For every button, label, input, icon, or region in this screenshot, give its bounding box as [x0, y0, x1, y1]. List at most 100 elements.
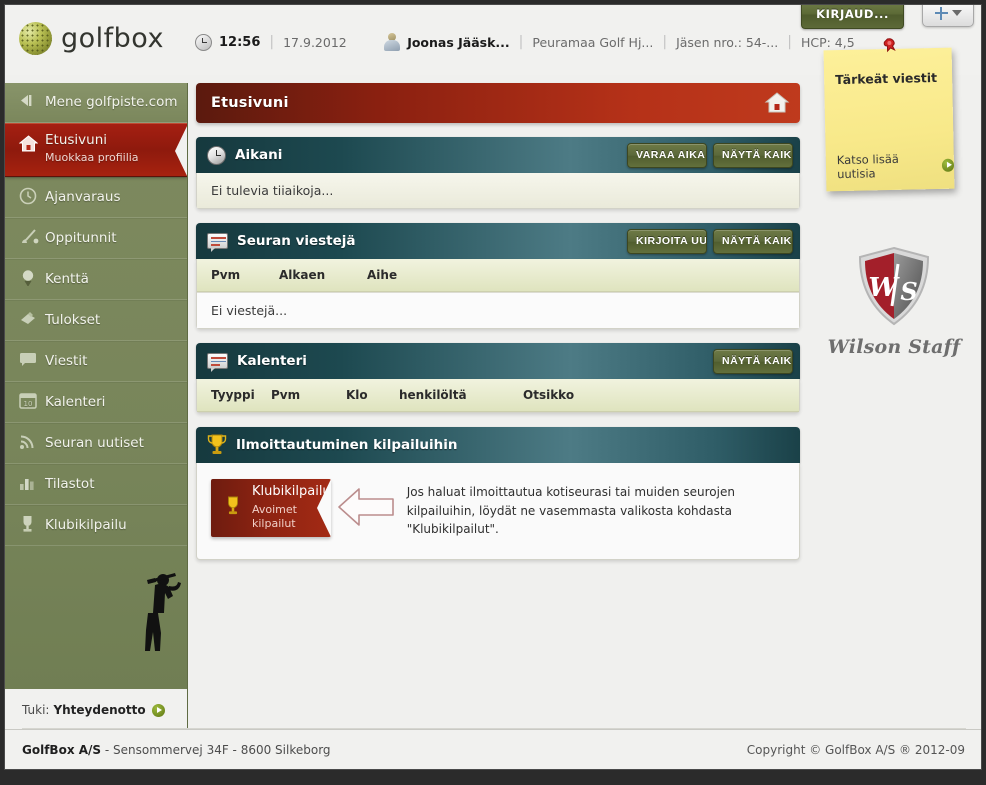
write-new-button[interactable]: KIRJOITA UU: [627, 228, 707, 254]
scorecard-icon: [19, 310, 45, 331]
sponsor-name: Wilson Staff: [827, 336, 961, 358]
bar-chart-icon: [19, 475, 45, 495]
clock-icon: [195, 33, 212, 51]
column-header: Otsikko: [523, 388, 575, 402]
current-date: 17.9.2012: [283, 34, 347, 50]
panel-body: Pvm Alkaen Aihe Ei viestejä...: [196, 259, 800, 329]
sidebar-item-label: Seuran uutiset: [45, 435, 144, 452]
header-status: 12:56 | 17.9.2012 Joonas Jääsk... | Peur…: [195, 33, 855, 51]
note-more-link[interactable]: Katso lisää uutisia: [837, 151, 955, 181]
brand-name: golfbox: [61, 23, 164, 54]
sponsor-block[interactable]: W S Wilson Staff: [824, 244, 964, 358]
footer-bar: GolfBox A/S - Sensommervej 34F - 8600 Si…: [5, 729, 981, 769]
competition-body: Klubikilpailu Avoimet kilpailut Jos halu…: [196, 463, 800, 560]
sidebar-item-kentta[interactable]: Kenttä: [5, 259, 187, 300]
sidebar-item-seuran-uutiset[interactable]: Seuran uutiset: [5, 423, 187, 464]
sidebar-item-go-golfpiste[interactable]: Mene golfpiste.com: [5, 83, 187, 123]
sidebar-item-label: Etusivuni: [45, 132, 108, 148]
clock-icon: [207, 145, 226, 165]
note-title: Tärkeät viestit: [834, 69, 938, 88]
sidebar-item-label: Tilastot: [45, 476, 95, 493]
home-icon[interactable]: [764, 91, 790, 115]
app-window: golfbox 12:56 | 17.9.2012 Joonas Jääsk..…: [0, 0, 986, 785]
sidebar-item-tulokset[interactable]: Tulokset: [5, 300, 187, 341]
page-title: Etusivuni: [211, 95, 289, 111]
table-header: Tyyppi Pvm Klo henkilöltä Otsikko: [197, 379, 799, 412]
sidebar-nav: Mene golfpiste.com Etusivuni Muokkaa pro…: [5, 83, 188, 731]
column-header: Alkaen: [279, 268, 326, 282]
trophy-icon: [19, 515, 45, 537]
sidebar-item-label: Oppitunnit: [45, 230, 117, 247]
panel-body: Ei tulevia tiiaikoja...: [196, 173, 800, 209]
show-all-button[interactable]: NÄYTÄ KAIK: [713, 142, 793, 168]
column-header: Aihe: [367, 268, 398, 282]
divider: [363, 34, 367, 50]
support-link[interactable]: Yhteydenotto: [53, 703, 145, 717]
golfer-silhouette-icon: [145, 573, 181, 651]
pushpin-icon: [883, 38, 896, 53]
arrow-left-icon: [337, 488, 394, 526]
panel-kalenteri: Kalenteri NÄYTÄ KAIK Tyyppi Pvm Klo henk…: [196, 343, 800, 413]
club-competition-card[interactable]: Klubikilpailu Avoimet kilpailut: [211, 479, 331, 537]
panel-title: Ilmoittautuminen kilpailuihin: [236, 437, 458, 453]
login-button[interactable]: KIRJAUD...: [801, 5, 904, 29]
sidebar-item-label: Klubikilpailu: [45, 517, 127, 534]
book-time-button[interactable]: VARAA AIKA: [627, 142, 707, 168]
footer-company-info: GolfBox A/S - Sensommervej 34F - 8600 Si…: [22, 743, 331, 757]
sidebar-item-tilastot[interactable]: Tilastot: [5, 464, 187, 505]
panel-header: Ilmoittautuminen kilpailuihin: [196, 427, 800, 463]
back-arrow-icon: [19, 94, 45, 111]
trophy-icon: [207, 434, 227, 456]
calendar-icon: 10: [19, 392, 45, 413]
golf-ball-tee-icon: [19, 269, 45, 291]
empty-message: Ei tulevia tiiaikoja...: [197, 173, 799, 208]
chevron-down-icon: [951, 10, 962, 16]
divider: |: [518, 34, 524, 50]
right-sidebar: Tärkeät viestit Katso lisää uutisia W S …: [808, 38, 981, 358]
competition-hint: Jos haluat ilmoittautua kotiseurasi tai …: [406, 485, 735, 537]
wilson-staff-shield-icon: W S: [858, 246, 930, 326]
go-arrow-icon[interactable]: [151, 703, 165, 717]
brand-logo[interactable]: golfbox: [19, 22, 164, 55]
column-header: Tyyppi: [211, 388, 255, 402]
message-icon: [207, 233, 228, 252]
show-all-button[interactable]: NÄYTÄ KAIK: [713, 228, 793, 254]
user-name[interactable]: Joonas Jääsk...: [407, 35, 509, 50]
handicap: HCP: 4,5: [800, 34, 855, 50]
sidebar-item-klubikilpailu[interactable]: Klubikilpailu: [5, 505, 187, 546]
plus-icon: [934, 6, 948, 20]
footer-address: - Sensommervej 34F - 8600 Silkeborg: [104, 742, 331, 757]
sidebar-item-oppitunnit[interactable]: Oppitunnit: [5, 218, 187, 259]
sidebar-item-label: Viestit: [45, 353, 88, 370]
divider: |: [269, 34, 275, 50]
card-notch: [316, 479, 331, 537]
clock-icon: [19, 187, 45, 209]
sticky-note: Tärkeät viestit Katso lisää uutisia: [823, 38, 955, 192]
divider: |: [787, 34, 792, 50]
column-header: henkilöltä: [399, 388, 467, 402]
panel-aikani: Aikani VARAA AIKA NÄYTÄ KAIK Ei tulevia …: [196, 137, 800, 209]
go-arrow-icon: [941, 158, 955, 172]
panel-title: Kalenteri: [237, 353, 307, 369]
svg-text:10: 10: [24, 400, 33, 408]
home-icon: [18, 135, 45, 156]
panel-header: Seuran viestejä KIRJOITA UU NÄYTÄ KAIK: [196, 223, 800, 259]
main-content: Etusivuni Aikani VARAA AIKA NÄYTÄ KAIK E…: [196, 83, 800, 574]
sidebar-item-label: Ajanvaraus: [45, 189, 121, 206]
panel-title: Aikani: [235, 147, 283, 163]
rss-icon: [19, 433, 45, 454]
sidebar-item-viestit[interactable]: Viestit: [5, 341, 187, 382]
support-row: Tuki: Yhteydenotto: [5, 689, 187, 731]
column-header: Pvm: [211, 268, 241, 282]
sidebar-item-label: Tulokset: [45, 312, 101, 329]
sidebar-item-ajanvaraus[interactable]: Ajanvaraus: [5, 177, 187, 218]
svg-text:S: S: [900, 277, 917, 306]
empty-message: Ei viestejä...: [197, 292, 799, 328]
panel-header: Aikani VARAA AIKA NÄYTÄ KAIK: [196, 137, 800, 173]
add-dropdown-button[interactable]: [922, 5, 974, 27]
sidebar-item-kalenteri[interactable]: 10 Kalenteri: [5, 382, 187, 423]
sidebar-item-etusivuni[interactable]: Etusivuni Muokkaa profiilia: [5, 123, 187, 178]
column-header: Pvm: [271, 388, 301, 402]
show-all-button[interactable]: NÄYTÄ KAIK: [713, 348, 793, 374]
panel-body: Tyyppi Pvm Klo henkilöltä Otsikko: [196, 379, 800, 413]
